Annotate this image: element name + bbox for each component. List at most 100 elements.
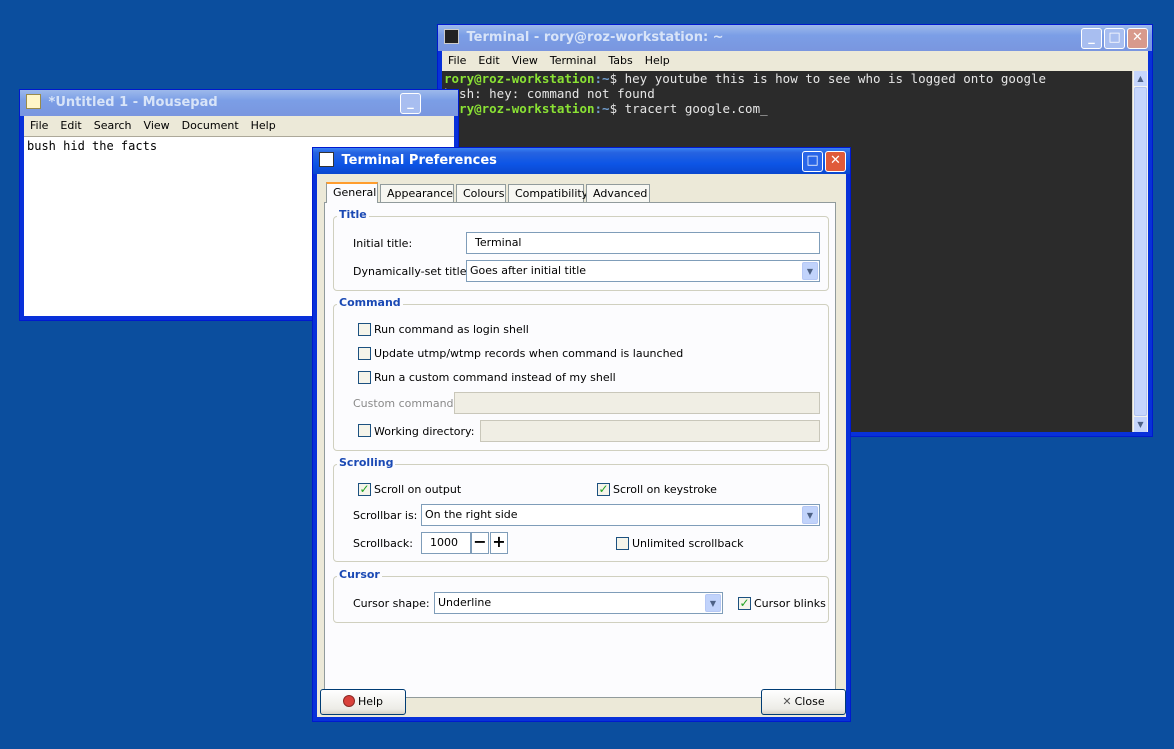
menu-help[interactable]: Help xyxy=(245,119,282,132)
terminal-scrollbar[interactable]: ▲ ▼ xyxy=(1132,71,1148,432)
scroll-up-icon[interactable]: ▲ xyxy=(1134,71,1147,86)
menu-search[interactable]: Search xyxy=(88,119,138,132)
minus-icon: − xyxy=(473,532,487,551)
dynamic-title-select[interactable]: Goes after initial title ▼ xyxy=(466,260,820,282)
preferences-app-icon xyxy=(319,152,334,167)
custom-command-input[interactable] xyxy=(454,392,820,414)
cursor-blinks-label[interactable]: Cursor blinks xyxy=(754,597,826,610)
mousepad-titlebar[interactable]: *Untitled 1 - Mousepad _ xyxy=(20,90,458,116)
menu-view[interactable]: View xyxy=(138,119,176,132)
cursor-group-heading: Cursor xyxy=(337,568,382,581)
scroll-output-checkbox[interactable]: ✓ xyxy=(358,483,371,496)
working-directory-label[interactable]: Working directory: xyxy=(374,425,474,438)
terminal-menubar: File Edit View Terminal Tabs Help xyxy=(442,51,1148,71)
checkmark-icon: ✓ xyxy=(598,482,609,496)
minimize-button[interactable]: _ xyxy=(400,93,421,114)
custom-command-toggle-label[interactable]: Run a custom command instead of my shell xyxy=(374,371,616,384)
login-shell-label[interactable]: Run command as login shell xyxy=(374,323,529,336)
scrolling-group: Scrolling ✓ Scroll on output ✓ Scroll on… xyxy=(333,456,829,562)
menu-tabs[interactable]: Tabs xyxy=(602,54,638,67)
scroll-output-label[interactable]: Scroll on output xyxy=(374,483,461,496)
update-utmp-checkbox[interactable] xyxy=(358,347,371,360)
scroll-keystroke-checkbox[interactable]: ✓ xyxy=(597,483,610,496)
preferences-titlebar[interactable]: Terminal Preferences □ ✕ xyxy=(313,148,850,174)
working-directory-input[interactable] xyxy=(480,420,820,442)
initial-title-input[interactable]: Terminal xyxy=(466,232,820,254)
general-tab-panel: Title Initial title: Terminal Dynamicall… xyxy=(324,202,836,698)
close-icon: ✕ xyxy=(1132,30,1143,45)
help-icon xyxy=(342,695,355,707)
scrollbar-select[interactable]: On the right side ▼ xyxy=(421,504,820,526)
cursor-group: Cursor Cursor shape: Underline ▼ ✓ Curso… xyxy=(333,568,829,623)
maximize-icon: □ xyxy=(806,153,819,168)
chevron-down-icon: ▼ xyxy=(705,594,721,612)
menu-view[interactable]: View xyxy=(506,54,544,67)
mousepad-menubar: File Edit Search View Document Help xyxy=(24,116,454,136)
menu-file[interactable]: File xyxy=(442,54,472,67)
custom-command-checkbox[interactable] xyxy=(358,371,371,384)
scrollback-increment-button[interactable]: + xyxy=(490,532,508,554)
terminal-titlebar[interactable]: Terminal - rory@roz-workstation: ~ _ □ ✕ xyxy=(438,25,1152,51)
chevron-down-icon: ▼ xyxy=(802,506,818,524)
terminal-line: rory@roz-workstation:~$ tracert google.c… xyxy=(444,101,768,116)
initial-title-label: Initial title: xyxy=(353,237,413,250)
working-directory-checkbox[interactable] xyxy=(358,424,371,437)
unlimited-scrollback-label[interactable]: Unlimited scrollback xyxy=(632,537,744,550)
menu-file[interactable]: File xyxy=(24,119,54,132)
tab-general[interactable]: General xyxy=(326,182,378,203)
menu-help[interactable]: Help xyxy=(639,54,676,67)
preferences-dialog[interactable]: Terminal Preferences □ ✕ General Appeara… xyxy=(312,147,851,722)
checkmark-icon: ✓ xyxy=(739,596,750,610)
maximize-button[interactable]: □ xyxy=(1104,28,1125,49)
scrollback-input[interactable]: 1000 xyxy=(421,532,471,554)
close-dialog-button[interactable]: ✕ Close xyxy=(761,689,846,715)
minimize-button[interactable]: _ xyxy=(1081,28,1102,49)
menu-edit[interactable]: Edit xyxy=(54,119,87,132)
mousepad-title: *Untitled 1 - Mousepad xyxy=(48,95,218,110)
maximize-icon: □ xyxy=(1108,30,1121,45)
editor-content: bush hid the facts xyxy=(27,139,158,153)
terminal-line: bash: hey: command not found xyxy=(444,86,655,101)
close-button[interactable]: ✕ xyxy=(1127,28,1148,49)
scrollback-decrement-button[interactable]: − xyxy=(471,532,489,554)
close-icon: ✕ xyxy=(782,695,792,708)
minimize-icon: _ xyxy=(407,95,414,110)
help-button[interactable]: Help xyxy=(320,689,406,715)
preferences-title: Terminal Preferences xyxy=(341,153,497,168)
title-group-heading: Title xyxy=(337,208,369,221)
dynamic-title-label: Dynamically-set title: xyxy=(353,265,471,278)
notepad-icon xyxy=(26,94,41,109)
tab-advanced[interactable]: Advanced xyxy=(586,184,650,202)
menu-edit[interactable]: Edit xyxy=(472,54,505,67)
tab-compatibility[interactable]: Compatibility xyxy=(508,184,588,202)
custom-command-label: Custom command: xyxy=(353,397,458,410)
tab-colours[interactable]: Colours xyxy=(456,184,506,202)
update-utmp-label[interactable]: Update utmp/wtmp records when command is… xyxy=(374,347,683,360)
cursor-blinks-checkbox[interactable]: ✓ xyxy=(738,597,751,610)
scroll-keystroke-label[interactable]: Scroll on keystroke xyxy=(613,483,717,496)
title-group: Title Initial title: Terminal Dynamicall… xyxy=(333,208,829,291)
tab-appearance[interactable]: Appearance xyxy=(380,184,454,202)
scroll-thumb[interactable] xyxy=(1134,87,1147,416)
scrolling-group-heading: Scrolling xyxy=(337,456,396,469)
close-button[interactable]: ✕ xyxy=(825,151,846,172)
menu-terminal[interactable]: Terminal xyxy=(544,54,603,67)
cursor-shape-select[interactable]: Underline ▼ xyxy=(434,592,723,614)
terminal-app-icon xyxy=(444,29,459,44)
terminal-title: Terminal - rory@roz-workstation: ~ xyxy=(466,30,724,45)
scroll-down-icon[interactable]: ▼ xyxy=(1134,417,1147,432)
command-group-heading: Command xyxy=(337,296,403,309)
menu-document[interactable]: Document xyxy=(176,119,245,132)
close-icon: ✕ xyxy=(830,153,841,168)
chevron-down-icon: ▼ xyxy=(802,262,818,280)
command-group: Command Run command as login shell Updat… xyxy=(333,296,829,451)
checkmark-icon: ✓ xyxy=(359,482,370,496)
scrollback-label: Scrollback: xyxy=(353,537,414,550)
maximize-button[interactable]: □ xyxy=(802,151,823,172)
login-shell-checkbox[interactable] xyxy=(358,323,371,336)
unlimited-scrollback-checkbox[interactable] xyxy=(616,537,629,550)
cursor-shape-label: Cursor shape: xyxy=(353,597,430,610)
plus-icon: + xyxy=(492,532,506,551)
scrollbar-label: Scrollbar is: xyxy=(353,509,418,522)
terminal-line: rory@roz-workstation:~$ hey youtube this… xyxy=(444,71,1047,86)
